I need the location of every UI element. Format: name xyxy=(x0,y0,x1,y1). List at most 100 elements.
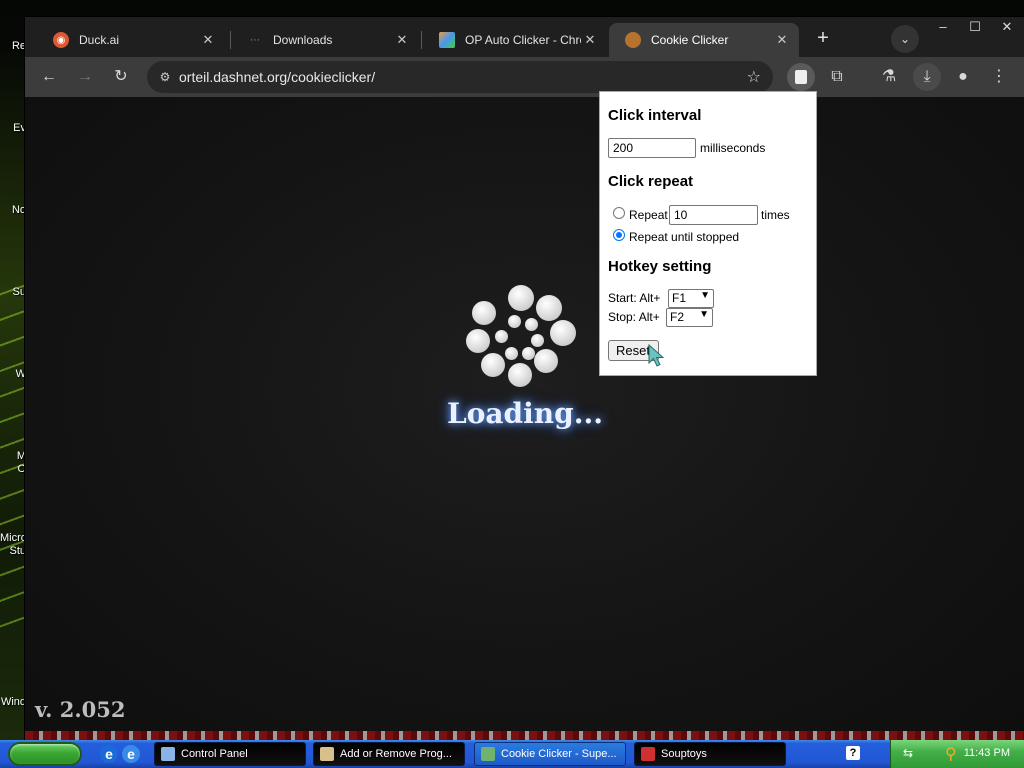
taskbar-button-add-remove-programs[interactable]: Add or Remove Prog... xyxy=(313,742,465,766)
spinner-dot xyxy=(531,334,544,347)
start-hotkey-label: Start: Alt+ xyxy=(608,291,661,305)
network-icon[interactable]: ⇆ xyxy=(903,746,913,760)
repeat-heading: Click repeat xyxy=(608,173,694,190)
taskbar-button-control-panel[interactable]: Control Panel xyxy=(154,742,306,766)
chevron-down-icon: ▼ xyxy=(699,309,709,320)
start-button[interactable] xyxy=(8,742,82,766)
desktop-icon-label[interactable]: W xyxy=(0,368,26,380)
internet-explorer-icon[interactable]: e xyxy=(100,745,118,763)
profile-avatar-icon[interactable]: ● xyxy=(949,63,977,91)
browser-window: ◉ Duck.ai ✕ ⋯ Downloads ✕ OP Auto Clicke… xyxy=(24,16,1024,741)
op-auto-clicker-icon xyxy=(439,32,455,48)
hotkey-heading: Hotkey setting xyxy=(608,258,712,275)
taskbar-button-label: Souptoys xyxy=(661,748,707,760)
tab-strip: ◉ Duck.ai ✕ ⋯ Downloads ✕ OP Auto Clicke… xyxy=(25,17,1024,57)
repeat-count-radio[interactable] xyxy=(613,207,625,219)
desktop-icon-label[interactable]: Re xyxy=(0,40,26,52)
close-window-button[interactable]: ✕ xyxy=(991,17,1023,37)
desktop-icon-label[interactable]: No xyxy=(0,204,26,216)
spinner-dot xyxy=(536,295,562,321)
page-viewport: Loading... v. 2.052 xyxy=(25,97,1024,741)
system-tray: ⇆ ⚲ 11:43 PM xyxy=(890,740,1024,768)
duckduckgo-icon: ◉ xyxy=(53,32,69,48)
taskbar-button-cookie-clicker[interactable]: Cookie Clicker - Supe... xyxy=(474,742,626,766)
interval-heading: Click interval xyxy=(608,107,702,124)
tab-cookie-clicker[interactable]: Cookie Clicker ✕ xyxy=(609,23,799,57)
start-hotkey-select[interactable]: F1 ▼ xyxy=(668,289,714,308)
tab-op-auto-clicker[interactable]: OP Auto Clicker - Chrom ✕ xyxy=(423,23,607,57)
tab-title: Downloads xyxy=(273,33,333,47)
repeat-count-input[interactable] xyxy=(669,205,758,225)
bookmark-star-icon[interactable]: ☆ xyxy=(747,67,761,87)
repeat-unit-label: times xyxy=(761,208,790,222)
windows-taskbar: e e Control Panel Add or Remove Prog... … xyxy=(0,740,1024,768)
stop-hotkey-value: F2 xyxy=(670,310,685,324)
extensions-puzzle-icon[interactable]: ⧉ xyxy=(823,63,851,91)
ie-quick-launch-icon[interactable]: e xyxy=(122,745,140,763)
help-icon[interactable]: ? xyxy=(846,746,860,760)
download-icon[interactable]: ⤓ xyxy=(913,63,941,91)
desktop-icon-label[interactable]: Wind xyxy=(0,696,26,708)
spinner-dot xyxy=(525,318,538,331)
spinner-dot xyxy=(495,330,508,343)
tab-downloads[interactable]: ⋯ Downloads ✕ xyxy=(231,23,419,57)
loading-spinner xyxy=(465,285,577,397)
spinner-dot xyxy=(508,363,532,387)
control-panel-icon xyxy=(161,747,175,761)
taskbar-button-souptoys[interactable]: Souptoys xyxy=(634,742,786,766)
browser-toolbar: ← → ↻ ⚙ orteil.dashnet.org/cookieclicker… xyxy=(25,57,1024,97)
labs-flask-icon[interactable]: ⚗ xyxy=(875,63,903,91)
spinner-dot xyxy=(534,349,558,373)
taskbar-button-label: Add or Remove Prog... xyxy=(340,748,452,760)
repeat-until-stopped-radio[interactable] xyxy=(613,229,625,241)
tab-duck-ai[interactable]: ◉ Duck.ai ✕ xyxy=(37,23,225,57)
tab-close-icon[interactable]: ✕ xyxy=(393,32,411,48)
stop-hotkey-label: Stop: Alt+ xyxy=(608,310,660,324)
tab-title: Cookie Clicker xyxy=(651,33,729,47)
spinner-dot xyxy=(550,320,576,346)
spinner-dot xyxy=(466,329,490,353)
mouse-cursor-icon xyxy=(648,344,665,367)
desktop-icon-label[interactable]: O xyxy=(0,463,26,475)
desktop-icon-label[interactable]: Stu xyxy=(0,545,26,557)
auto-clicker-popup: Click interval milliseconds Click repeat… xyxy=(599,91,817,376)
spinner-dot xyxy=(481,353,505,377)
maximize-button[interactable]: ☐ xyxy=(959,17,991,37)
desktop-icon-label[interactable]: Micro xyxy=(0,532,26,544)
desktop-icon-label[interactable]: M xyxy=(0,450,26,462)
downloads-icon: ⋯ xyxy=(250,34,260,46)
tab-search-chevron-icon[interactable]: ⌄ xyxy=(891,25,919,53)
auto-clicker-extension-glyph xyxy=(795,70,807,84)
tab-title: Duck.ai xyxy=(79,33,120,47)
reload-icon[interactable]: ↻ xyxy=(107,63,135,91)
taskbar-button-label: Control Panel xyxy=(181,748,248,760)
address-url[interactable]: orteil.dashnet.org/cookieclicker/ xyxy=(179,69,375,85)
address-bar[interactable]: ⚙ orteil.dashnet.org/cookieclicker/ ☆ xyxy=(147,61,773,93)
clock[interactable]: 11:43 PM xyxy=(964,747,1010,759)
spinner-dot xyxy=(508,315,521,328)
desktop-icon-label[interactable]: Ev xyxy=(0,122,26,134)
repeat-until-stopped-label: Repeat until stopped xyxy=(629,230,740,244)
spinner-dot xyxy=(505,347,518,360)
forward-arrow-icon[interactable]: → xyxy=(71,63,99,91)
tab-close-icon[interactable]: ✕ xyxy=(581,32,599,48)
tab-close-icon[interactable]: ✕ xyxy=(773,32,791,48)
auto-clicker-extension-icon[interactable] xyxy=(787,63,815,91)
spinner-dot xyxy=(508,285,534,311)
repeat-label: Repeat xyxy=(629,208,668,222)
add-remove-programs-icon xyxy=(320,747,334,761)
souptoys-icon xyxy=(641,747,655,761)
stop-hotkey-select[interactable]: F2 ▼ xyxy=(666,308,713,327)
interval-unit-label: milliseconds xyxy=(700,141,766,155)
start-hotkey-value: F1 xyxy=(672,291,687,305)
cookie-icon xyxy=(625,32,641,48)
minimize-button[interactable]: – xyxy=(927,17,959,37)
menu-kebab-icon[interactable]: ⋮ xyxy=(985,63,1013,91)
interval-input[interactable] xyxy=(608,138,696,158)
back-arrow-icon[interactable]: ← xyxy=(35,63,63,91)
search-icon[interactable]: ⚲ xyxy=(945,744,957,764)
site-info-icon[interactable]: ⚙ xyxy=(155,67,175,87)
tab-close-icon[interactable]: ✕ xyxy=(199,32,217,48)
desktop-icon-label[interactable]: Su xyxy=(0,286,26,298)
new-tab-button[interactable]: + xyxy=(811,27,835,51)
